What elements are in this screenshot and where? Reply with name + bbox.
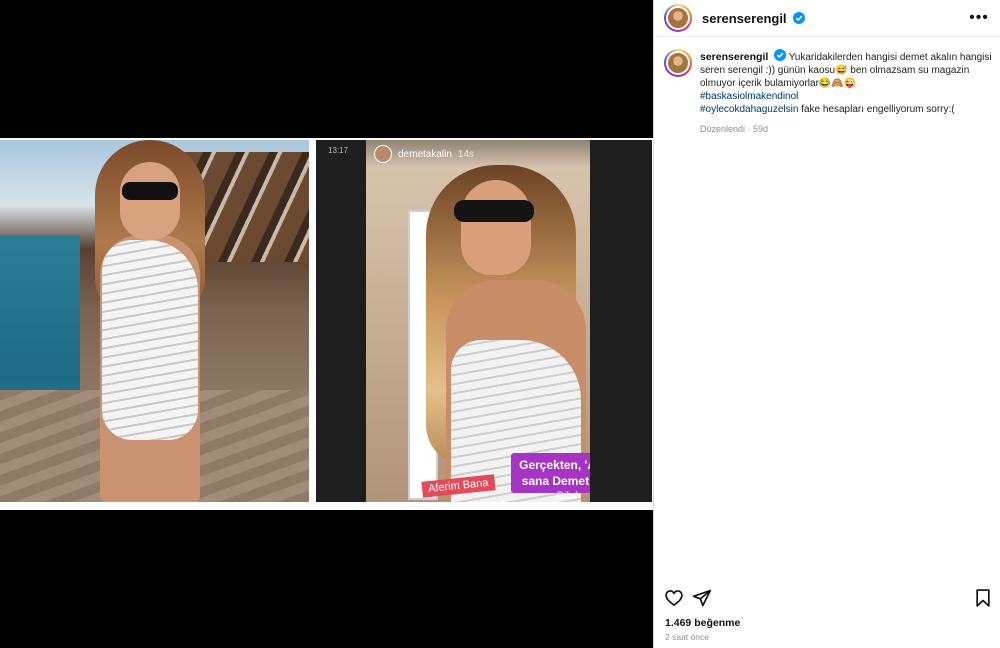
verified-badge-icon [793, 11, 806, 24]
right-photo: demetakalin 14s Aferim Bana Gerçekten, '… [316, 140, 652, 502]
caption-tail: fake hesapları engelliyorum sorry:( [801, 104, 955, 115]
heart-icon[interactable] [664, 588, 684, 608]
bookmark-icon[interactable] [973, 588, 993, 608]
signature-text: Bilal Özcan [556, 490, 577, 502]
avatar[interactable] [664, 4, 692, 32]
header-username-text[interactable]: serenserengil [702, 11, 787, 26]
caption-username[interactable]: serenserengil [700, 51, 768, 63]
hashtag-link[interactable]: #oylecokdahaguzelsin [700, 104, 798, 115]
edited-timestamp: Düzenlendi · 59d [700, 124, 769, 134]
sticker-praise-line2: sana Demet 👏👏 [521, 474, 590, 488]
story-avatar [374, 145, 392, 163]
sunglasses [122, 182, 178, 200]
story-time: 14s [457, 148, 475, 160]
post-media[interactable]: demetakalin 14s Aferim Bana Gerçekten, '… [0, 0, 653, 648]
sunglasses [454, 200, 534, 222]
caption-body: serenserengil Yukaridakilerden hangisi d… [700, 49, 994, 136]
story-username: demetakalin [398, 148, 452, 160]
more-options-icon[interactable]: ••• [969, 8, 989, 28]
swimsuit [102, 240, 198, 440]
verified-badge-icon [774, 49, 787, 61]
post-header: serenserengil ••• [654, 0, 1000, 37]
caption-avatar[interactable] [664, 49, 692, 77]
story-screenshot: demetakalin 14s Aferim Bana Gerçekten, '… [366, 140, 590, 502]
sticker-praise-line1: Gerçekten, 'Aferin' [519, 458, 590, 472]
collage-image: demetakalin 14s Aferim Bana Gerçekten, '… [0, 138, 653, 510]
caption: serenserengil Yukaridakilerden hangisi d… [664, 49, 994, 136]
action-bar [664, 588, 991, 608]
send-icon[interactable] [692, 588, 712, 608]
woman-figure-left [60, 140, 240, 502]
like-count[interactable]: 1.469 beğenme [665, 617, 740, 629]
sticker-praise: Gerçekten, 'Aferin' sana Demet 👏👏 [511, 453, 590, 493]
status-clock: 13:17 [328, 146, 349, 155]
post-time: 2 saat önce [665, 632, 709, 642]
hashtag-link[interactable]: #baskasiolmakendinol [700, 90, 994, 103]
post-panel: serenserengil ••• serenserengil Yukarida… [653, 0, 1000, 648]
header-username[interactable]: serenserengil [702, 11, 806, 26]
left-photo [0, 140, 309, 502]
story-header: demetakalin 14s [366, 140, 590, 168]
